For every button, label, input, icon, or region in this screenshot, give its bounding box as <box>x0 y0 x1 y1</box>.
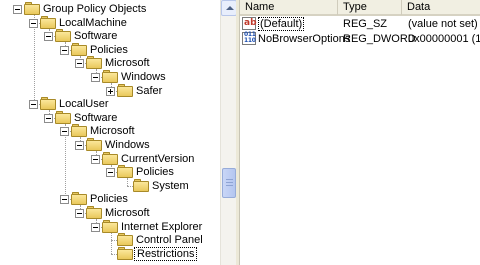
tree-node-label: Group Policy Objects <box>43 3 147 15</box>
list-header: Name Type Data <box>240 0 480 16</box>
folder-icon <box>86 138 102 151</box>
tree-node-label: LocalUser <box>59 98 109 110</box>
folder-icon <box>55 29 71 42</box>
folder-icon <box>117 247 133 260</box>
tree-node-label: Windows <box>121 71 166 83</box>
tree-node-label: Policies <box>136 166 174 178</box>
collapse-icon[interactable] <box>44 114 53 123</box>
collapse-icon[interactable] <box>91 223 100 232</box>
collapse-icon[interactable] <box>75 141 84 150</box>
value-type: REG_DWORD <box>343 33 416 45</box>
folder-icon <box>24 2 40 15</box>
expand-icon[interactable] <box>106 87 115 96</box>
collapse-icon[interactable] <box>91 155 100 164</box>
folder-icon <box>86 56 102 69</box>
tree-node-label: Restrictions <box>134 247 198 261</box>
collapse-icon[interactable] <box>75 209 84 218</box>
folder-icon <box>40 97 56 110</box>
tree-node-label: Policies <box>90 193 128 205</box>
folder-icon <box>86 206 102 219</box>
collapse-icon[interactable] <box>75 59 84 68</box>
tree-node-label: Control Panel <box>136 234 203 246</box>
folder-icon <box>102 70 118 83</box>
collapse-icon[interactable] <box>60 46 69 55</box>
value-name: NoBrowserOptions <box>258 33 351 45</box>
tree-node-label: Microsoft <box>105 207 150 219</box>
folder-icon <box>117 233 133 246</box>
tree-node[interactable]: Restrictions <box>0 246 220 262</box>
collapse-icon[interactable] <box>91 73 100 82</box>
value-row[interactable]: ab (Default) REG_SZ (value not set) <box>240 16 480 32</box>
values-list[interactable]: Name Type Data ab (Default) REG_SZ (value n… <box>240 0 480 265</box>
tree-vertical-scrollbar[interactable] <box>220 0 237 265</box>
registry-tree[interactable]: Group Policy Objects LocalMachine Software… <box>0 0 220 265</box>
value-type: REG_SZ <box>343 18 388 30</box>
collapse-icon[interactable] <box>29 19 38 28</box>
tree-node-label: Windows <box>105 139 150 151</box>
folder-icon <box>71 192 87 205</box>
collapse-icon[interactable] <box>13 5 22 14</box>
folder-icon <box>117 165 133 178</box>
scroll-thumb[interactable] <box>222 168 236 198</box>
value-row[interactable]: 011 110 NoBrowserOptions REG_DWORD 0x000000… <box>240 31 480 47</box>
grip-line <box>226 179 233 180</box>
tree-node-label: Microsoft <box>105 57 150 69</box>
value-data: 0x00000001 (1) <box>408 33 480 45</box>
collapse-icon[interactable] <box>29 100 38 109</box>
column-header-name[interactable]: Name <box>240 0 338 15</box>
collapse-icon[interactable] <box>60 195 69 204</box>
grip-line <box>226 185 233 186</box>
column-header-data[interactable]: Data <box>402 0 480 15</box>
binary-value-icon: 011 110 <box>242 31 256 45</box>
collapse-icon[interactable] <box>106 168 115 177</box>
value-data: (value not set) <box>408 18 478 30</box>
tree-node-label: Microsoft <box>90 125 135 137</box>
scroll-up-arrow-icon[interactable] <box>221 0 237 16</box>
collapse-icon[interactable] <box>44 32 53 41</box>
value-name: (Default) <box>258 17 305 31</box>
folder-icon <box>71 124 87 137</box>
grip-line <box>226 182 233 183</box>
column-header-type[interactable]: Type <box>338 0 402 15</box>
tree-node-label: Software <box>74 30 118 42</box>
collapse-icon[interactable] <box>60 127 69 136</box>
string-value-icon: ab <box>242 17 257 30</box>
